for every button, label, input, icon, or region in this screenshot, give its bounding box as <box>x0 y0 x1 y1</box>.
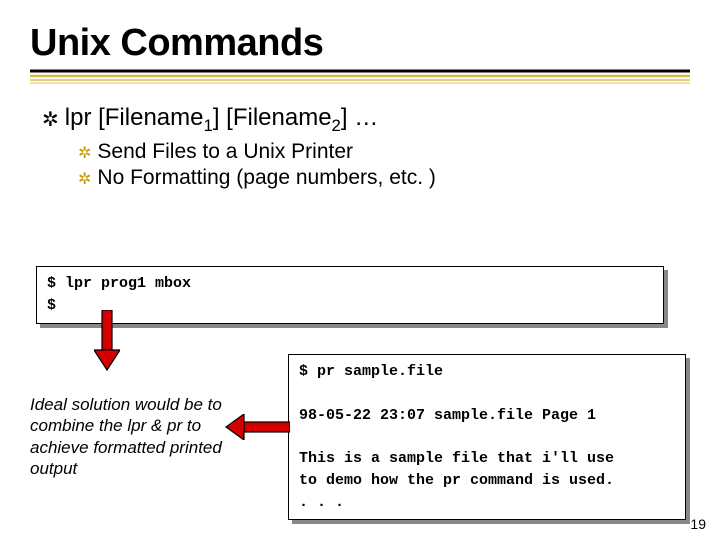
divider-line <box>30 69 690 85</box>
bullet-l1-text: lpr [Filename1] [Filename2] … <box>65 104 378 136</box>
bullet-level2: ✲ Send Files to a Unix Printer <box>0 140 720 164</box>
bullet-l2-text: Send Files to a Unix Printer <box>97 140 353 164</box>
ornament-bullet-icon: ✲ <box>78 143 91 163</box>
slide-title: Unix Commands <box>0 0 720 69</box>
ornament-bullet-icon: ✲ <box>78 169 91 189</box>
bullet-level1: ✲ lpr [Filename1] [Filename2] … <box>0 104 720 136</box>
arrow-left-icon <box>224 414 290 440</box>
arrow-down-icon <box>94 310 120 372</box>
bullet-level2: ✲ No Formatting (page numbers, etc. ) <box>0 166 720 190</box>
ornament-bullet-icon: ✲ <box>42 107 59 132</box>
bullet-l2-text: No Formatting (page numbers, etc. ) <box>97 166 435 190</box>
code-block-pr: $ pr sample.file 98-05-22 23:07 sample.f… <box>288 354 686 520</box>
annotation-note: Ideal solution would be to combine the l… <box>30 394 230 479</box>
page-number: 19 <box>690 516 706 532</box>
code-block-lpr: $ lpr prog1 mbox $ <box>36 266 664 324</box>
